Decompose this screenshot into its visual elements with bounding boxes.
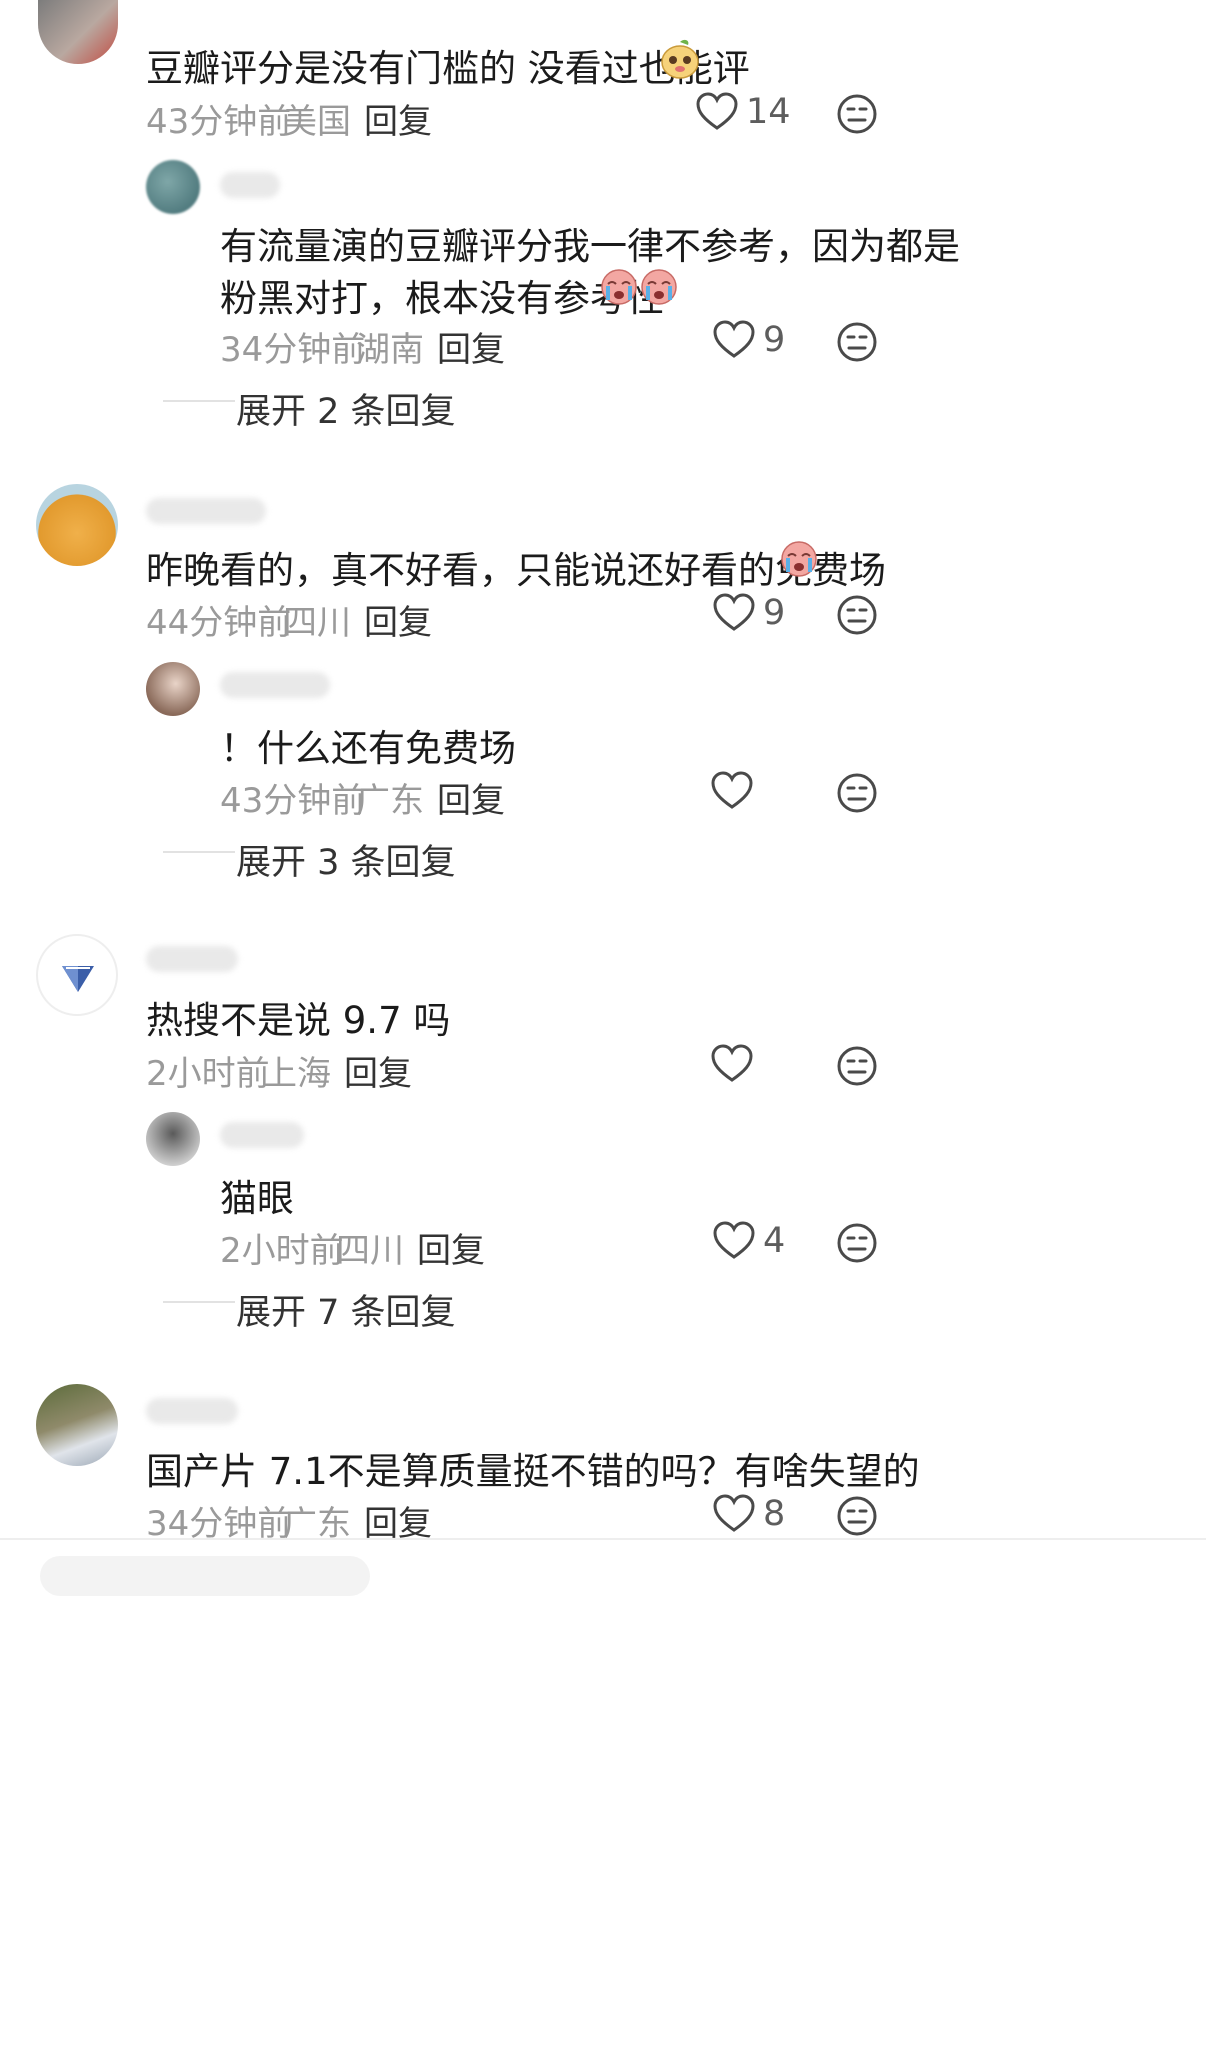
heart-outline-icon [713,1494,755,1534]
meh-face-icon [836,594,878,636]
peach-smiley-emoji [660,38,700,80]
expand-replies-button[interactable]: 展开 7 条回复 [236,1284,456,1335]
like-count: 9 [763,593,786,633]
avatar[interactable] [38,0,118,64]
meh-face-icon [836,93,878,135]
username[interactable] [220,672,330,698]
like-button[interactable]: 8 [713,1494,785,1534]
heart-outline-icon [713,593,755,633]
reply-text: ！什么还有免费场 [220,727,516,770]
comment-location: 上海 [263,1054,331,1094]
reply-button[interactable]: 回复 [437,773,505,822]
like-button[interactable]: 9 [713,320,785,360]
heart-outline-icon [711,1044,753,1084]
reply-text: 粉黑对打，根本没有参考性 [220,277,664,320]
dislike-button[interactable] [836,1045,878,1087]
meh-face-icon [836,321,878,363]
comment-input-bar[interactable] [40,1556,370,1596]
comment-text: 国产片 7.1不是算质量挺不错的吗？有啥失望的 [146,1450,920,1493]
like-button[interactable]: 14 [696,92,791,132]
like-button[interactable] [711,1044,761,1084]
like-button[interactable]: 4 [713,1221,785,1261]
meh-face-icon [836,1222,878,1264]
reply-text: 猫眼 [220,1177,294,1220]
meh-face-icon [836,772,878,814]
reply-time: 2小时前 [220,1231,344,1271]
heart-outline-icon [711,771,753,811]
username[interactable] [220,172,280,198]
comment-time: 2小时前 [146,1054,270,1094]
comment-time: 44分钟前 [146,603,292,643]
reply-button[interactable]: 回复 [344,1046,412,1095]
username[interactable] [146,946,238,972]
reply-location: 广东 [356,781,424,821]
avatar[interactable] [146,160,200,214]
reply-time: 43分钟前 [220,781,366,821]
avatar[interactable] [36,1384,118,1466]
like-button[interactable]: 9 [713,593,785,633]
avatar[interactable] [36,934,118,1016]
heart-outline-icon [713,1221,755,1261]
avatar[interactable] [36,484,118,566]
divider [163,400,235,402]
reply-button[interactable]: 回复 [364,94,432,143]
like-count: 4 [763,1221,786,1261]
dislike-button[interactable] [836,93,878,135]
divider [163,1301,235,1303]
reply-location: 四川 [336,1231,404,1271]
expand-replies-button[interactable]: 展开 2 条回复 [236,383,456,434]
reply-time: 34分钟前 [220,330,366,370]
comment-location: 四川 [283,603,351,643]
username[interactable] [220,1122,304,1148]
reply-text: 有流量演的豆瓣评分我一律不参考，因为都是 [220,225,960,268]
username[interactable] [146,1398,238,1424]
reply-location: 湖南 [356,330,424,370]
bottom-divider [0,1538,1206,1540]
avatar[interactable] [146,662,200,716]
divider [163,851,235,853]
like-count: 8 [763,1494,786,1534]
comment-text: 热搜不是说 9.7 吗 [146,999,451,1042]
username[interactable] [146,498,266,524]
heart-outline-icon [696,92,738,132]
like-button[interactable] [711,771,761,811]
crying-face-emoji [600,266,680,306]
heart-outline-icon [713,320,755,360]
dislike-button[interactable] [836,1222,878,1264]
like-count: 14 [746,92,791,132]
meh-face-icon [836,1495,878,1537]
diamond-icon [58,964,98,994]
comment-time: 43分钟前 [146,102,292,142]
comment-text: 昨晚看的，真不好看，只能说还好看的免费场 [146,549,886,592]
like-count: 9 [763,320,786,360]
reply-button[interactable]: 回复 [437,322,505,371]
crying-face-emoji [780,538,820,578]
dislike-button[interactable] [836,772,878,814]
dislike-button[interactable] [836,321,878,363]
reply-button[interactable]: 回复 [364,595,432,644]
expand-replies-button[interactable]: 展开 3 条回复 [236,834,456,885]
reply-button[interactable]: 回复 [417,1223,485,1272]
dislike-button[interactable] [836,594,878,636]
avatar[interactable] [146,1112,200,1166]
comment-location: 美国 [283,102,351,142]
meh-face-icon [836,1045,878,1087]
dislike-button[interactable] [836,1495,878,1537]
